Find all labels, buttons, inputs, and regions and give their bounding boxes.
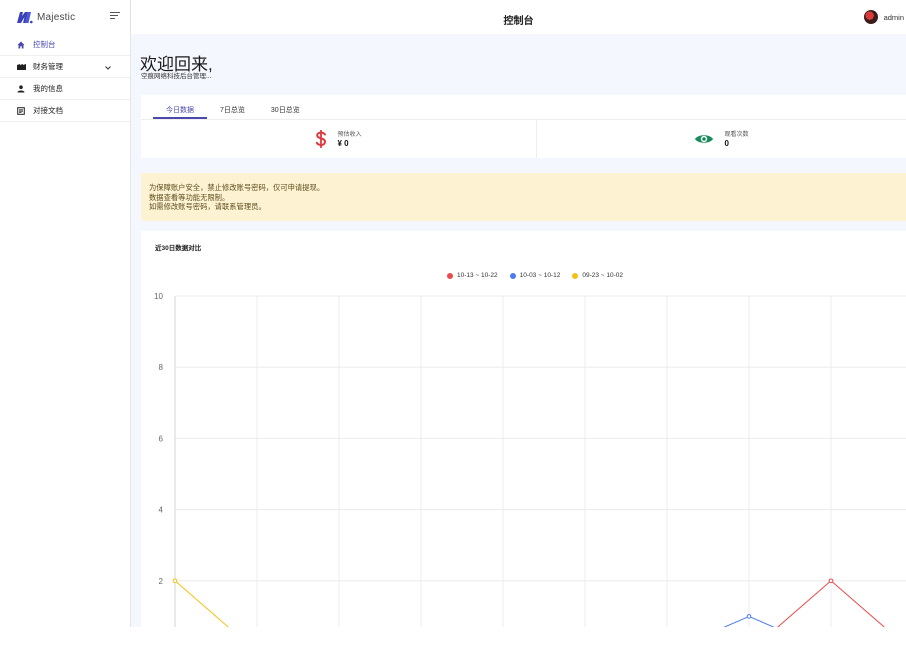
main-content: 欢迎回来, 空痕网络科技后台管理... 今日数据 7日总览 30日总览 预估收入… <box>131 34 906 627</box>
legend-dot <box>572 272 579 279</box>
series-line <box>723 615 775 627</box>
tab-30-days[interactable]: 30日总览 <box>258 101 313 119</box>
person-icon <box>16 84 26 94</box>
data-point <box>172 578 178 584</box>
legend-label: 10-03 ~ 10-12 <box>519 272 561 279</box>
welcome-subtitle: 空痕网络科技后台管理... <box>141 73 212 80</box>
stat-view-count: 观看次数 0 <box>537 119 906 158</box>
page-title: 控制台 <box>503 16 534 27</box>
y-tick-label: 8 <box>159 363 164 372</box>
avatar[interactable] <box>863 10 878 24</box>
y-tick-label: 2 <box>159 577 164 586</box>
y-tick-label: 10 <box>154 292 163 301</box>
sidebar: Majestic 控制台 财务管理 我的信息 对接文档 <box>0 0 131 627</box>
legend-label: 09-23 ~ 10-02 <box>582 272 624 279</box>
home-icon <box>16 40 26 50</box>
legend-dot <box>447 272 453 279</box>
stat-value: 0 <box>724 139 729 148</box>
security-notice: 为保障账户安全，禁止修改账号密码，仅可申请提现。 数据查看等功能无限制。 如需修… <box>141 173 906 221</box>
menu-toggle-icon[interactable] <box>110 12 120 22</box>
legend-dot <box>509 272 516 279</box>
username: admin <box>883 12 904 22</box>
user-menu[interactable]: admin <box>863 10 904 24</box>
topbar: 控制台 admin <box>131 0 906 34</box>
series-line <box>174 580 229 627</box>
sidebar-item-docs[interactable]: 对接文档 <box>0 100 130 122</box>
series-line <box>777 580 885 627</box>
notice-line: 为保障账户安全，禁止修改账号密码，仅可申请提现。 <box>149 183 325 192</box>
legend-item[interactable]: 10-03 ~ 10-12 <box>509 272 561 279</box>
tab-7-days[interactable]: 7日总览 <box>207 101 258 119</box>
legend-item[interactable]: 10-13 ~ 10-22 <box>447 272 498 279</box>
sidebar-item-label: 控制台 <box>33 40 56 49</box>
y-tick-label: 6 <box>159 434 164 443</box>
brand[interactable]: Majestic <box>0 0 130 34</box>
data-point <box>746 614 752 619</box>
sidebar-item-dashboard[interactable]: 控制台 <box>0 34 130 56</box>
sidebar-nav: 控制台 财务管理 我的信息 对接文档 <box>0 34 130 122</box>
stat-label: 预估收入 <box>337 132 362 138</box>
chart-card: 2 4 6 8 10 近30日数据对比 10-13 ~ 10-22 10-03 ~ 10… <box>141 231 906 627</box>
notice-line: 如需修改账号密码，请联系管理员。 <box>149 202 266 211</box>
document-icon <box>16 106 26 116</box>
chart-title: 近30日数据对比 <box>155 245 202 252</box>
sidebar-item-profile[interactable]: 我的信息 <box>0 78 130 100</box>
stats-card: 今日数据 7日总览 30日总览 预估收入 ¥ 0 观看次数 0 <box>141 95 906 158</box>
stat-estimated-income: 预估收入 ¥ 0 <box>141 119 537 158</box>
legend-item[interactable]: 09-23 ~ 10-02 <box>572 272 623 279</box>
notice-line: 数据查看等功能无限制。 <box>149 192 230 202</box>
data-point <box>828 578 834 584</box>
brand-name: Majestic <box>37 11 76 23</box>
sidebar-item-finance[interactable]: 财务管理 <box>0 56 130 78</box>
chart-legend: 10-13 ~ 10-22 10-03 ~ 10-12 09-23 ~ 10-0… <box>447 272 635 279</box>
sidebar-item-label: 财务管理 <box>33 62 63 71</box>
stat-value: ¥ 0 <box>337 139 349 148</box>
majestic-logo-icon <box>16 10 33 24</box>
y-tick-label: 4 <box>159 506 164 515</box>
finance-icon <box>16 62 26 72</box>
tab-today[interactable]: 今日数据 <box>153 101 207 119</box>
sidebar-item-label: 对接文档 <box>33 106 63 115</box>
line-chart: 2 4 6 8 10 <box>154 292 906 627</box>
chevron-down-icon[interactable] <box>105 63 111 72</box>
sidebar-item-label: 我的信息 <box>33 84 63 93</box>
stats-tabs: 今日数据 7日总览 30日总览 <box>153 101 313 119</box>
legend-label: 10-13 ~ 10-22 <box>457 272 498 279</box>
eye-icon <box>694 133 714 145</box>
stat-label: 观看次数 <box>724 132 749 138</box>
dollar-icon <box>315 129 327 148</box>
